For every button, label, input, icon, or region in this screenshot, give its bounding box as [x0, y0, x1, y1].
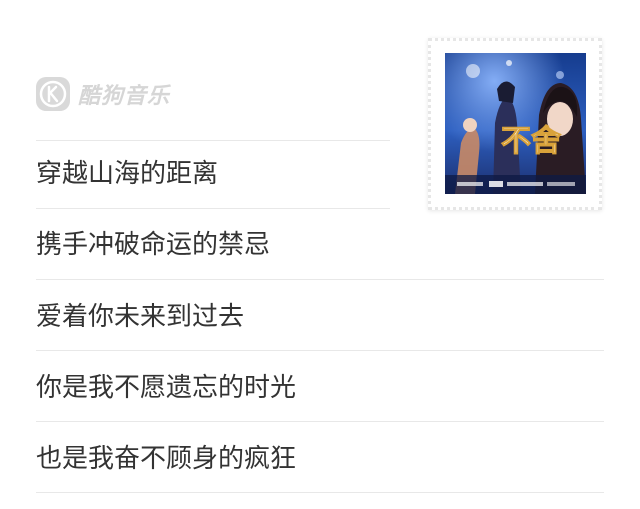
divider [36, 140, 390, 141]
lyric-line-3: 爱着你未来到过去 [36, 302, 245, 332]
divider [36, 208, 390, 209]
lyric-line-2: 携手冲破命运的禁忌 [36, 230, 271, 260]
lyric-line-1: 穿越山海的距离 [36, 159, 219, 189]
kugou-k-logo-icon [36, 77, 70, 111]
album-cover-image: 不舍 [445, 53, 586, 194]
brand-header: 酷狗音乐 [36, 75, 170, 113]
lyric-line-4: 你是我不愿遗忘的时光 [36, 373, 297, 403]
divider [36, 421, 604, 422]
album-stamp-frame: 不舍 [428, 38, 602, 210]
album-title-text: 不舍 [501, 124, 561, 159]
brand-name: 酷狗音乐 [78, 84, 171, 109]
divider [36, 279, 604, 280]
divider [36, 350, 604, 351]
divider [36, 492, 604, 493]
lyric-line-5: 也是我奋不顾身的疯狂 [36, 444, 297, 474]
